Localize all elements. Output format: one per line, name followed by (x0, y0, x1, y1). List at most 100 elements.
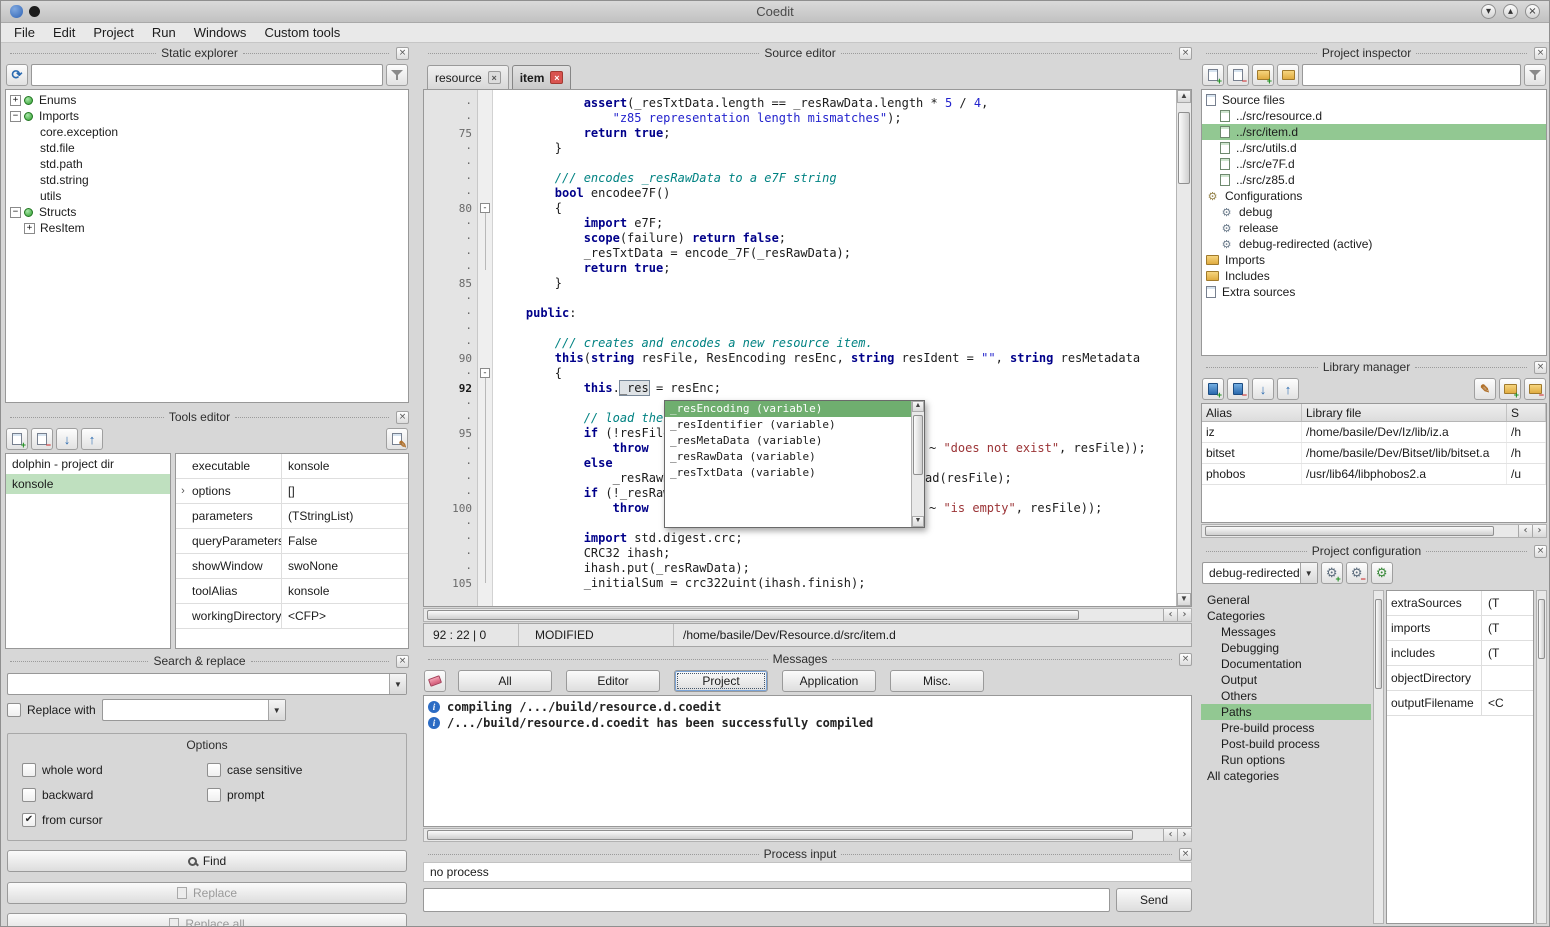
collapse-icon[interactable]: − (10, 111, 21, 122)
property-value[interactable]: (T (1482, 641, 1533, 665)
code-line[interactable]: return true; (493, 261, 1176, 276)
scroll-left-icon[interactable]: ‹ (1518, 525, 1532, 537)
filter-button[interactable] (1524, 64, 1546, 86)
scrollbar-thumb[interactable] (1375, 599, 1382, 689)
grid-scrollbar[interactable] (1536, 590, 1547, 924)
scrollbar-thumb[interactable] (1178, 112, 1190, 184)
property-row[interactable]: includes(T (1387, 641, 1533, 666)
property-value[interactable]: konsole (282, 579, 408, 603)
property-value[interactable]: <CFP> (282, 604, 408, 628)
code-line[interactable]: scope(failure) return false; (493, 231, 1176, 246)
category-item[interactable]: Pre-build process (1201, 720, 1371, 736)
row-expander-icon[interactable]: › (176, 479, 190, 503)
symbol-item[interactable]: +ResItem (6, 220, 408, 236)
completion-item[interactable]: _resMetaData (variable) (665, 433, 911, 449)
filter-all[interactable]: All (458, 670, 552, 692)
code-line[interactable] (493, 156, 1176, 171)
project-item[interactable]: ⚙release (1202, 220, 1546, 236)
editor-horizontal-scrollbar[interactable]: ‹ › (423, 608, 1192, 622)
replace-term-combo[interactable]: ▼ (102, 699, 286, 721)
close-panel-icon[interactable]: × (1179, 848, 1192, 861)
scroll-down-icon[interactable]: ▼ (912, 516, 924, 527)
symbol-item[interactable]: +Enums (6, 92, 408, 108)
property-row[interactable]: queryParametersFalse (176, 529, 408, 554)
property-value[interactable]: <C (1482, 691, 1533, 715)
code-line[interactable]: { (493, 201, 1176, 216)
category-item[interactable]: All categories (1201, 768, 1371, 784)
menu-file[interactable]: File (5, 23, 44, 42)
tool-item[interactable]: dolphin - project dir (6, 454, 170, 474)
code-line[interactable]: ihash.put(_resRawData); (493, 561, 1176, 576)
symbol-item[interactable]: std.path (6, 156, 408, 172)
column-header[interactable]: Library file (1302, 404, 1507, 421)
library-row[interactable]: iz/home/basile/Dev/Iz/lib/iz.a/h (1202, 422, 1546, 443)
property-row[interactable]: workingDirectory<CFP> (176, 604, 408, 629)
menu-edit[interactable]: Edit (44, 23, 84, 42)
symbol-item[interactable]: core.exception (6, 124, 408, 140)
filter-application[interactable]: Application (782, 670, 876, 692)
fold-collapse-icon[interactable]: - (480, 203, 490, 213)
project-item[interactable]: ../src/item.d (1202, 124, 1546, 140)
clone-config-button[interactable]: ⚙ (1371, 562, 1393, 584)
popup-scrollbar[interactable]: ▲ ▼ (911, 401, 924, 527)
scrollbar-thumb[interactable] (427, 830, 1133, 840)
collapse-icon[interactable]: − (10, 207, 21, 218)
completion-item[interactable]: _resRawData (variable) (665, 449, 911, 465)
library-row[interactable]: bitset/home/basile/Dev/Bitset/lib/bitset… (1202, 443, 1546, 464)
project-item[interactable]: ../src/resource.d (1202, 108, 1546, 124)
property-value[interactable] (1482, 666, 1533, 690)
code-line[interactable]: public: (493, 306, 1176, 321)
remove-source-button[interactable]: − (1227, 64, 1249, 86)
move-tool-down-button[interactable]: ↓ (56, 428, 78, 450)
add-library-folder-button[interactable]: + (1499, 378, 1521, 400)
code-line[interactable]: return true; (493, 126, 1176, 141)
close-panel-icon[interactable]: × (1534, 545, 1547, 558)
menu-custom-tools[interactable]: Custom tools (255, 23, 349, 42)
completion-item[interactable]: _resTxtData (variable) (665, 465, 911, 481)
add-library-button[interactable]: + (1202, 378, 1224, 400)
property-value[interactable]: [] (282, 479, 408, 503)
close-window-button[interactable]: × (1525, 4, 1540, 19)
checkbox-backward[interactable]: backward (22, 788, 207, 802)
checkbox-from-cursor[interactable]: ✔from cursor (22, 813, 207, 827)
tab-item[interactable]: item× (512, 65, 572, 89)
project-item[interactable]: ⚙Configurations (1202, 188, 1546, 204)
property-value[interactable]: (T (1482, 591, 1533, 615)
library-row[interactable]: phobos/usr/lib64/libphobos2.a/u (1202, 464, 1546, 485)
code-line[interactable]: } (493, 276, 1176, 291)
property-value[interactable]: (TStringList) (282, 504, 408, 528)
property-row[interactable]: ›options[] (176, 479, 408, 504)
fold-collapse-icon[interactable]: - (480, 368, 490, 378)
symbol-item[interactable]: −Imports (6, 108, 408, 124)
add-source-button[interactable]: + (1202, 64, 1224, 86)
filter-editor[interactable]: Editor (566, 670, 660, 692)
close-tab-icon[interactable]: × (488, 71, 501, 84)
code-line[interactable]: import std.digest.crc; (493, 531, 1176, 546)
property-row[interactable]: showWindowswoNone (176, 554, 408, 579)
scrollbar-thumb[interactable] (1205, 526, 1494, 536)
message-row[interactable]: i/.../build/resource.d.coedit has been s… (424, 715, 1191, 731)
minimize-button[interactable]: ▾ (1481, 4, 1496, 19)
process-input-field[interactable] (423, 888, 1110, 912)
symbol-item[interactable]: −Structs (6, 204, 408, 220)
property-row[interactable]: outputFilename<C (1387, 691, 1533, 716)
code-line[interactable]: } (493, 141, 1176, 156)
replace-button[interactable]: Replace (7, 882, 407, 904)
maximize-button[interactable]: ▴ (1503, 4, 1518, 19)
menu-windows[interactable]: Windows (185, 23, 256, 42)
code-line[interactable]: CRC32 ihash; (493, 546, 1176, 561)
close-panel-icon[interactable]: × (1179, 653, 1192, 666)
add-tool-button[interactable]: + (6, 428, 28, 450)
remove-tool-button[interactable]: − (31, 428, 53, 450)
project-item[interactable]: ⚙debug-redirected (active) (1202, 236, 1546, 252)
checkbox-prompt[interactable]: prompt (207, 788, 392, 802)
code-line[interactable]: { (493, 366, 1176, 381)
move-tool-up-button[interactable]: ↑ (81, 428, 103, 450)
scroll-down-icon[interactable]: ▼ (1177, 593, 1191, 606)
add-config-button[interactable]: ⚙+ (1321, 562, 1343, 584)
remove-library-button[interactable]: − (1227, 378, 1249, 400)
close-panel-icon[interactable]: × (1179, 47, 1192, 60)
category-item[interactable]: Debugging (1201, 640, 1371, 656)
scroll-up-icon[interactable]: ▲ (1177, 90, 1191, 103)
project-item[interactable]: Extra sources (1202, 284, 1546, 300)
